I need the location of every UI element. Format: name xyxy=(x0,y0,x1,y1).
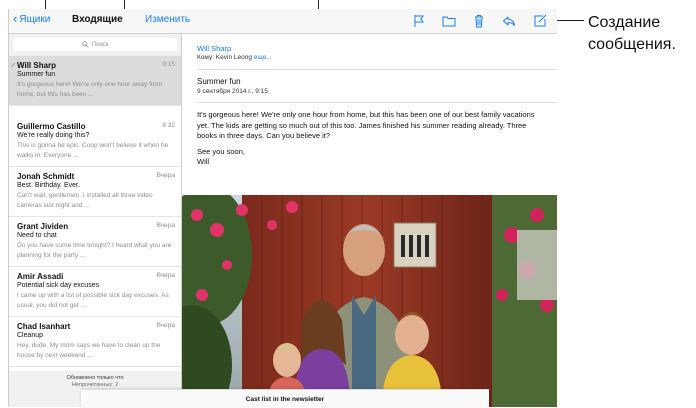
message-photo-attachment[interactable] xyxy=(182,195,557,407)
mail-list-item[interactable]: Jonah Schmidt Вчера Best. Birthday. Ever… xyxy=(9,167,181,217)
search-input[interactable]: Поиск xyxy=(13,38,177,51)
chevron-left-icon: ‹ xyxy=(13,10,18,26)
trash-icon[interactable] xyxy=(471,13,487,29)
mail-subject: We're really doing this? xyxy=(17,132,90,139)
more-details-link[interactable]: еще... xyxy=(254,54,272,61)
message-body-signoff: See you soon, Will xyxy=(197,146,245,167)
mail-time: Вчера xyxy=(156,272,175,279)
mail-subject: Best. Birthday. Ever. xyxy=(17,182,80,189)
message-body-paragraph: It's gorgeous here! We're only one hour … xyxy=(197,110,535,140)
flag-icon[interactable] xyxy=(411,13,427,29)
message-subject: Summer fun xyxy=(197,77,241,86)
folder-icon[interactable] xyxy=(441,13,457,29)
mail-sender: Guillermo Castillo xyxy=(17,122,86,131)
mail-time: Вчера xyxy=(156,322,175,329)
mail-list-item[interactable]: Grant Jividen Вчера Need to chat Do you … xyxy=(9,217,181,267)
mail-list-item[interactable]: Chad Isanhart Вчера Cleanup Hey, dude. M… xyxy=(9,317,181,367)
reply-icon[interactable] xyxy=(501,13,517,29)
back-label: Ящики xyxy=(19,14,51,25)
inbox-title: Входящие xyxy=(72,14,123,25)
subject-divider xyxy=(197,102,557,103)
mail-list-item[interactable]: Will Sharp 9:15 Summer fun It's gorgeous… xyxy=(9,56,181,106)
search-bar: Поиск xyxy=(9,34,181,56)
mail-time: 8:32 xyxy=(162,122,175,129)
mail-sender: Grant Jividen xyxy=(17,222,69,231)
card-title: Cast list in the newsletter xyxy=(245,396,325,403)
newsletter-preview-card[interactable]: Cast list in the newsletter xyxy=(81,389,489,408)
mail-preview: Hey, dude. My mom says we have to clean … xyxy=(17,342,161,359)
mail-preview: I came up with a list of possible sick d… xyxy=(17,292,169,309)
message-sender-link[interactable]: Will Sharp xyxy=(197,44,231,53)
compose-icon[interactable] xyxy=(532,13,548,29)
mail-time: Вчера xyxy=(156,222,175,229)
mail-sender: Chad Isanhart xyxy=(17,322,71,331)
message-view-pane: Will Sharp Кому: Kevin Leong еще... Summ… xyxy=(182,34,557,407)
mail-list-item[interactable]: Guillermo Castillo 8:32 We're really doi… xyxy=(9,117,181,167)
mail-preview: Do you have some time tonight? I heard w… xyxy=(17,242,172,259)
unread-count: Непрочитанных: 2 xyxy=(71,382,119,388)
mail-preview: It's gorgeous here! We're only one hour … xyxy=(17,81,163,98)
mail-preview: This is gonna be epic. Coop won't believ… xyxy=(17,142,169,159)
mail-subject: Cleanup xyxy=(17,332,44,339)
recipient-label: Кому: Kevin Leong xyxy=(197,54,252,61)
message-recipients: Кому: Kevin Leong еще... xyxy=(197,54,272,61)
mailboxes-back-button[interactable]: ‹ Ящики xyxy=(13,10,51,26)
mail-subject: Potential sick day excuses xyxy=(17,282,100,289)
mail-subject: Need to chat xyxy=(17,232,57,239)
edit-button[interactable]: Изменить xyxy=(145,14,190,25)
compose-callout-label: Создание сообщения. xyxy=(588,14,676,53)
mail-time: 9:15 xyxy=(162,61,175,68)
message-body: It's gorgeous here! We're only one hour … xyxy=(197,110,542,173)
mail-sender: Will Sharp xyxy=(17,61,57,70)
header-divider xyxy=(197,69,557,70)
mail-sender: Amir Assadi xyxy=(17,272,64,281)
message-list-pane: Поиск Will Sharp 9:15 Summer fun It's go… xyxy=(9,34,182,407)
mail-app-window: ‹ Ящики Входящие Изменить Поиск Will Sha… xyxy=(8,9,557,407)
mail-list-item[interactable]: Amir Assadi Вчера Potential sick day exc… xyxy=(9,267,181,317)
search-icon xyxy=(82,41,89,48)
mail-sender: Jonah Schmidt xyxy=(17,172,75,181)
mail-preview: Can't wait, gentlemen. I installed all t… xyxy=(17,192,153,209)
mail-time: Вчера xyxy=(156,172,175,179)
search-placeholder: Поиск xyxy=(91,41,109,48)
mail-subject: Summer fun xyxy=(17,71,56,78)
message-date: 9 сентября 2014 г., 9:15 xyxy=(197,88,268,95)
callout-line-back xyxy=(45,0,46,9)
read-indicator-icon xyxy=(10,62,16,68)
updated-status: Обновлено только что xyxy=(66,375,124,381)
navigation-bar: ‹ Ящики Входящие Изменить xyxy=(9,9,557,34)
